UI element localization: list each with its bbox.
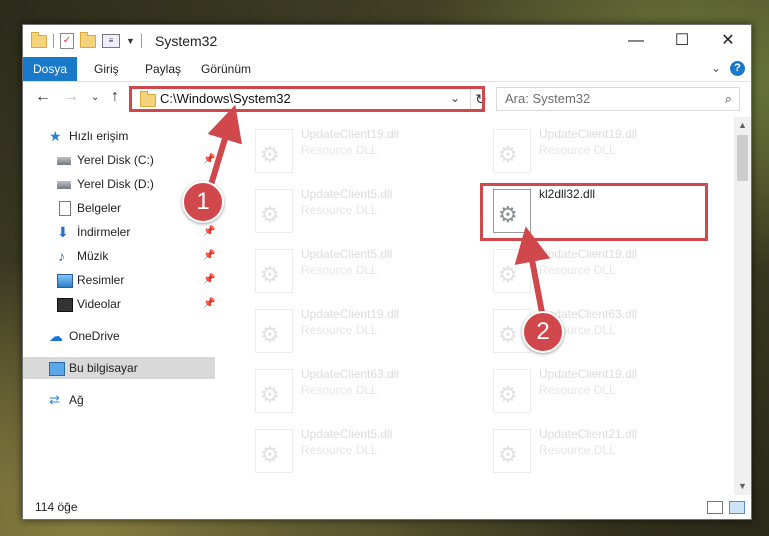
step-1-badge: 1: [182, 181, 224, 223]
arrow-1: [207, 104, 243, 189]
annotation-arrows: [205, 104, 551, 319]
step-2-badge: 2: [522, 311, 564, 353]
